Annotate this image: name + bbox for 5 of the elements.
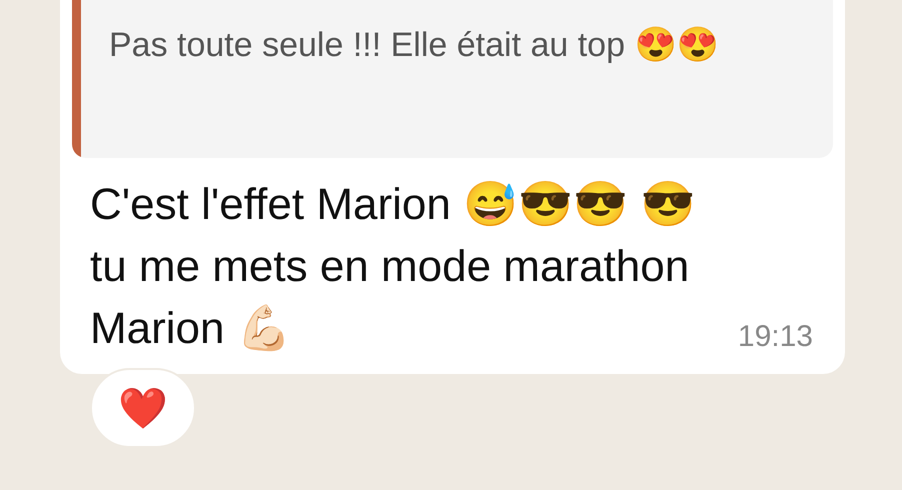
message-time: 19:13	[738, 320, 813, 355]
quoted-message[interactable]: Pas toute seule !!! Elle était au top 😍😍	[72, 0, 833, 158]
quoted-text: Pas toute seule !!! Elle était au top 😍😍	[108, 25, 720, 66]
message-text: C'est l'effet Marion 😅😎😎 😎 tu me mets en mode marathon Marion 💪🏻	[90, 179, 696, 355]
reaction-badge[interactable]: ❤	[90, 368, 196, 448]
